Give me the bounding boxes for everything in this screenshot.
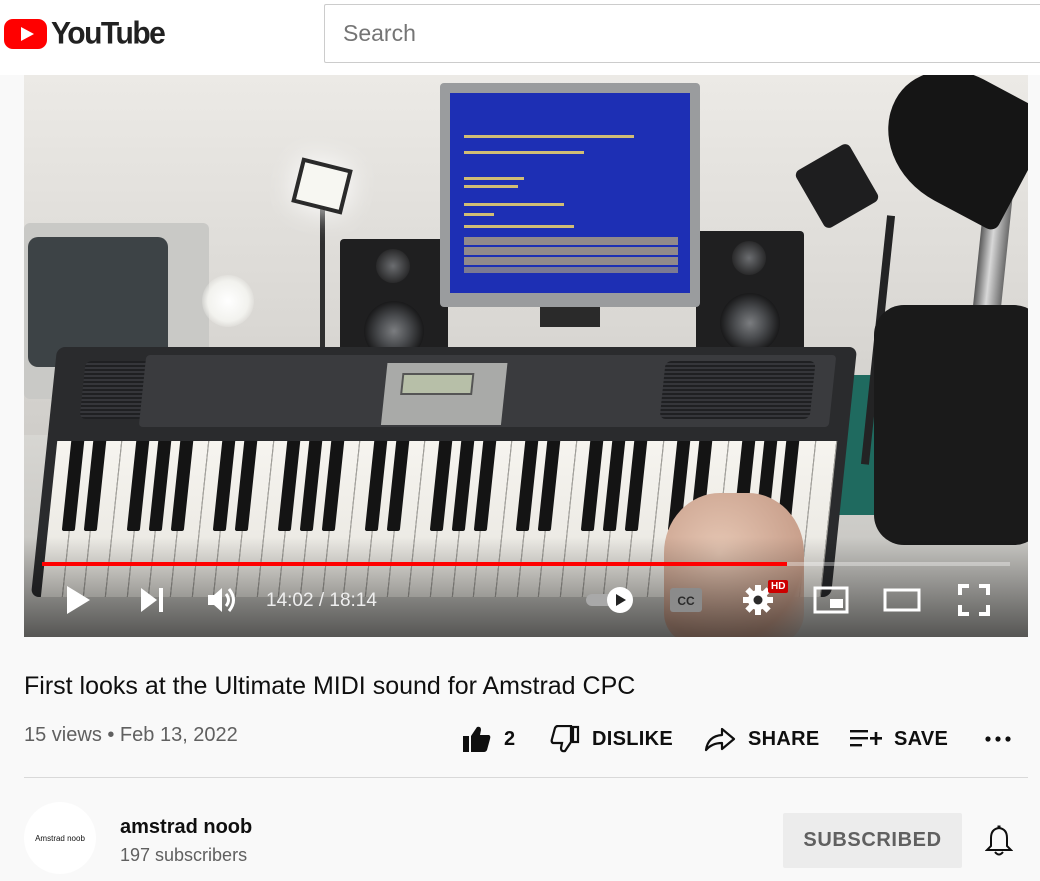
autoplay-toggle-icon: [586, 587, 633, 613]
dislike-label: DISLIKE: [592, 727, 673, 750]
volume-button[interactable]: [202, 580, 242, 620]
logo-text: YouTube: [51, 16, 166, 51]
captions-icon: CC: [670, 588, 702, 612]
save-button[interactable]: SAVE: [850, 722, 948, 756]
volume-icon: [208, 588, 235, 612]
share-icon: [704, 727, 736, 752]
video-title: First looks at the Ultimate MIDI sound f…: [24, 672, 636, 700]
autoplay-toggle[interactable]: [584, 580, 638, 620]
play-button[interactable]: [60, 580, 96, 620]
dislike-button[interactable]: DISLIKE: [550, 722, 673, 756]
theater-mode-button[interactable]: [882, 580, 922, 620]
svg-text:CC: CC: [677, 594, 695, 608]
playlist-add-icon: [850, 730, 882, 747]
progress-played: [42, 562, 788, 566]
captions-button[interactable]: CC: [666, 580, 706, 620]
video-meta: 15 views • Feb 13, 2022: [24, 724, 238, 746]
masthead: YouTube: [0, 0, 1040, 75]
like-button[interactable]: 2: [462, 722, 515, 756]
share-label: SHARE: [748, 727, 820, 750]
monitor: [440, 83, 700, 307]
subscriber-count: 197 subscribers: [120, 845, 248, 865]
fullscreen-icon: [958, 584, 990, 616]
fullscreen-button[interactable]: [954, 580, 994, 620]
miniplayer-icon: [813, 586, 849, 614]
hd-badge: HD: [768, 580, 789, 593]
save-label: SAVE: [894, 727, 949, 750]
progress-bar[interactable]: [42, 562, 1010, 566]
more-horiz-icon: [985, 736, 1011, 742]
bell-icon: [985, 825, 1013, 856]
next-icon: [141, 588, 163, 612]
search-box: [324, 4, 1040, 63]
time-display: 14:02 / 18:14: [266, 590, 377, 611]
like-count: 2: [504, 727, 516, 750]
video-player[interactable]: 14:02 / 18:14 CC HD: [24, 75, 1028, 637]
channel-avatar[interactable]: Amstrad noob: [24, 802, 96, 874]
theater-icon: [883, 588, 921, 612]
next-button[interactable]: [134, 580, 170, 620]
play-icon: [67, 586, 90, 614]
divider: [24, 777, 1028, 778]
thumbs-up-icon: [463, 726, 491, 752]
notification-bell-button[interactable]: [982, 822, 1016, 860]
youtube-logo-icon: [4, 19, 47, 49]
share-button[interactable]: SHARE: [704, 722, 820, 756]
monitor-screen: [450, 93, 690, 293]
miniplayer-button[interactable]: [812, 580, 850, 620]
more-actions-button[interactable]: [984, 722, 1024, 756]
youtube-logo[interactable]: YouTube: [4, 16, 166, 52]
channel-name[interactable]: amstrad noob: [120, 816, 252, 839]
right-speaker: [696, 231, 804, 365]
search-input[interactable]: [325, 5, 1040, 62]
subscribe-button[interactable]: SUBSCRIBED: [783, 813, 962, 868]
avatar-text: Amstrad noob: [35, 833, 85, 843]
thumbs-down-icon: [550, 725, 580, 753]
